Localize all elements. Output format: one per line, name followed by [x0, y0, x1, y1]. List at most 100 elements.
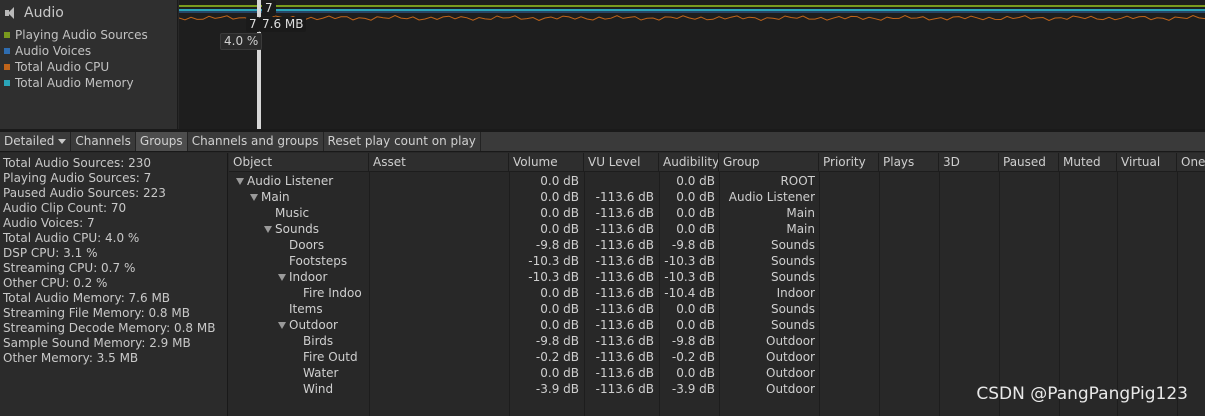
- cell-volume: -0.2 dB: [535, 350, 579, 364]
- expand-triangle-icon[interactable]: [278, 274, 286, 281]
- cell-object: Items: [289, 301, 368, 317]
- cell-vu-level: -113.6 dB: [595, 318, 654, 332]
- table-row[interactable]: Indoor -10.3 dB -113.6 dB -10.3 dB Sounds: [229, 269, 1205, 285]
- cell-group: Main: [786, 222, 815, 236]
- column-header-3d[interactable]: 3D: [939, 153, 999, 172]
- expand-triangle-icon[interactable]: [236, 178, 244, 185]
- column-header-paused[interactable]: Paused: [999, 153, 1059, 172]
- object-name: Main: [261, 190, 290, 204]
- audio-profiler-module: Audio Playing Audio Sources Audio Voices…: [0, 0, 1205, 129]
- expand-triangle-icon[interactable]: [250, 194, 258, 201]
- cell-audibility: -9.8 dB: [671, 238, 715, 252]
- cell-volume: -9.8 dB: [535, 334, 579, 348]
- cell-audibility: 0.0 dB: [676, 318, 715, 332]
- table-body: Audio Listener 0.0 dB 0.0 dB ROOT Main 0.0 dB…: [229, 173, 1205, 397]
- cell-vu-level: -113.6 dB: [595, 254, 654, 268]
- column-header-audibility[interactable]: Audibility: [659, 153, 719, 172]
- cell-group: Outdoor: [766, 382, 815, 396]
- cell-volume: 0.0 dB: [540, 286, 579, 300]
- cell-object: Music: [275, 205, 368, 221]
- table-row[interactable]: Birds -9.8 dB -113.6 dB -9.8 dB Outdoor: [229, 333, 1205, 349]
- cell-group: Outdoor: [766, 366, 815, 380]
- legend-swatch: [4, 63, 10, 70]
- cell-vu-level: -113.6 dB: [595, 382, 654, 396]
- cell-vu-level: -113.6 dB: [595, 270, 654, 284]
- cell-object: Birds: [303, 333, 368, 349]
- reset-play-count-toggle[interactable]: Reset play count on play: [324, 132, 481, 151]
- column-header-virtual[interactable]: Virtual: [1117, 153, 1177, 172]
- table-row[interactable]: Items 0.0 dB -113.6 dB 0.0 dB Sounds: [229, 301, 1205, 317]
- column-header-priority[interactable]: Priority: [819, 153, 879, 172]
- tab-channels[interactable]: Channels: [71, 132, 136, 151]
- stat-paused-sources: Paused Audio Sources: 223: [3, 186, 166, 200]
- cell-object: Main: [250, 189, 368, 205]
- legend-item-playing-sources[interactable]: Playing Audio Sources: [4, 27, 148, 42]
- watermark: CSDN @PangPangPig123: [976, 384, 1188, 404]
- column-header-muted[interactable]: Muted: [1059, 153, 1117, 172]
- legend-item-audio-voices[interactable]: Audio Voices: [4, 43, 91, 58]
- column-header-oneshot[interactable]: One: [1177, 153, 1205, 172]
- cell-audibility: -10.3 dB: [664, 270, 715, 284]
- cell-group: Sounds: [770, 254, 815, 268]
- column-header-plays[interactable]: Plays: [879, 153, 939, 172]
- object-name: Audio Listener: [247, 174, 334, 188]
- cell-audibility: 0.0 dB: [676, 206, 715, 220]
- object-name: Footsteps: [289, 254, 348, 268]
- column-header-object[interactable]: Object: [229, 153, 369, 172]
- speaker-icon: [4, 6, 18, 20]
- expand-triangle-icon[interactable]: [264, 226, 272, 233]
- object-name: Fire Outd: [303, 350, 358, 364]
- cell-volume: -10.3 dB: [528, 270, 579, 284]
- view-mode-dropdown[interactable]: Detailed: [0, 132, 72, 151]
- tooltip-voices: 7: [262, 1, 276, 16]
- column-header-asset[interactable]: Asset: [369, 153, 509, 172]
- table-row[interactable]: Fire Outd -0.2 dB -113.6 dB -0.2 dB Outdoor: [229, 349, 1205, 365]
- module-title[interactable]: Audio: [4, 4, 64, 22]
- module-title-label: Audio: [24, 5, 64, 21]
- cell-vu-level: -113.6 dB: [595, 238, 654, 252]
- object-name: Wind: [303, 382, 334, 396]
- stat-streaming-file-memory: Streaming File Memory: 0.8 MB: [3, 306, 190, 320]
- object-name: Indoor: [289, 270, 328, 284]
- cell-object: Fire Indoo: [303, 285, 368, 301]
- table-row[interactable]: Footsteps -10.3 dB -113.6 dB -10.3 dB Sounds: [229, 253, 1205, 269]
- column-header-vu-level[interactable]: VU Level: [584, 153, 659, 172]
- legend-item-total-memory[interactable]: Total Audio Memory: [4, 75, 134, 90]
- tab-channels-and-groups[interactable]: Channels and groups: [188, 132, 324, 151]
- tooltip-memory: 7.6 MB: [259, 17, 307, 32]
- stat-streaming-decode-memory: Streaming Decode Memory: 0.8 MB: [3, 321, 216, 335]
- table-row[interactable]: Fire Indoo 0.0 dB -113.6 dB -10.4 dB Indoor: [229, 285, 1205, 301]
- table-row[interactable]: Water 0.0 dB -113.6 dB 0.0 dB Outdoor: [229, 365, 1205, 381]
- table-row[interactable]: Main 0.0 dB -113.6 dB 0.0 dB Audio Listener: [229, 189, 1205, 205]
- stat-total-memory: Total Audio Memory: 7.6 MB: [3, 291, 171, 305]
- table-row[interactable]: Outdoor 0.0 dB -113.6 dB 0.0 dB Sounds: [229, 317, 1205, 333]
- legend-label: Total Audio CPU: [15, 59, 110, 74]
- cell-audibility: -10.3 dB: [664, 254, 715, 268]
- groups-table: Object Asset Volume VU Level Audibility …: [229, 153, 1205, 416]
- cell-audibility: -0.2 dB: [671, 350, 715, 364]
- table-row[interactable]: Doors -9.8 dB -113.6 dB -9.8 dB Sounds: [229, 237, 1205, 253]
- chevron-down-icon: [58, 139, 67, 144]
- cell-audibility: -10.4 dB: [664, 286, 715, 300]
- cell-group: Audio Listener: [728, 190, 815, 204]
- cell-audibility: 0.0 dB: [676, 302, 715, 316]
- cell-group: Sounds: [770, 270, 815, 284]
- legend-label: Playing Audio Sources: [15, 27, 148, 42]
- expand-triangle-icon[interactable]: [278, 322, 286, 329]
- table-row[interactable]: Sounds 0.0 dB -113.6 dB 0.0 dB Main: [229, 221, 1205, 237]
- cell-group: Outdoor: [766, 334, 815, 348]
- object-name: Sounds: [275, 222, 320, 236]
- stat-clip-count: Audio Clip Count: 70: [3, 201, 127, 215]
- module-legend: Audio Playing Audio Sources Audio Voices…: [0, 0, 178, 129]
- legend-swatch: [4, 31, 10, 38]
- table-row[interactable]: Audio Listener 0.0 dB 0.0 dB ROOT: [229, 173, 1205, 189]
- table-row[interactable]: Music 0.0 dB -113.6 dB 0.0 dB Main: [229, 205, 1205, 221]
- cell-vu-level: -113.6 dB: [595, 350, 654, 364]
- tab-groups[interactable]: Groups: [135, 132, 188, 151]
- profiler-graph[interactable]: 7 7 7.6 MB 4.0 %: [179, 0, 1205, 129]
- stat-dsp-cpu: DSP CPU: 3.1 %: [3, 246, 98, 260]
- stat-other-memory: Other Memory: 3.5 MB: [3, 351, 139, 365]
- column-header-group[interactable]: Group: [719, 153, 819, 172]
- column-header-volume[interactable]: Volume: [509, 153, 584, 172]
- legend-item-total-cpu[interactable]: Total Audio CPU: [4, 59, 109, 74]
